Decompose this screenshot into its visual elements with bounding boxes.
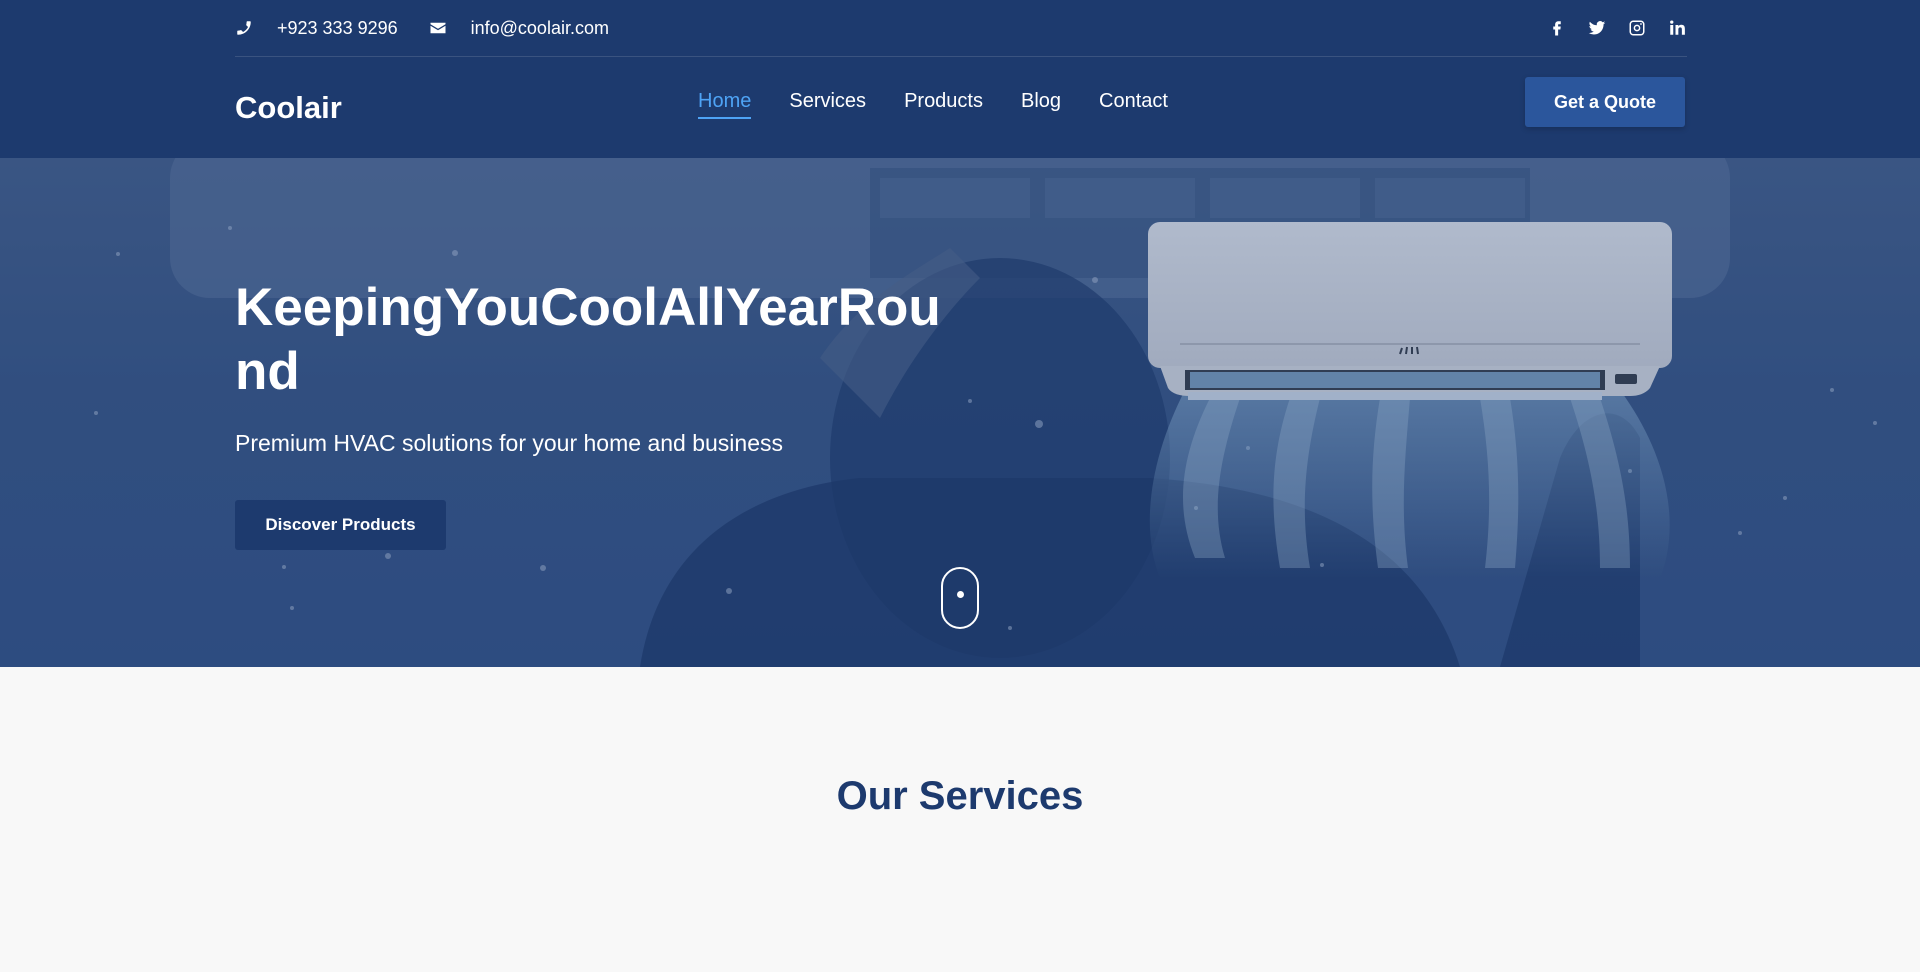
- nav-item-services[interactable]: Services: [789, 90, 866, 119]
- nav-item-products[interactable]: Products: [904, 90, 983, 119]
- nav-item-home[interactable]: Home: [698, 90, 752, 119]
- main-nav: Home Services Products Blog Contact: [698, 90, 1206, 119]
- hero-section: KeepingYouCoolAllYearRound Premium HVAC …: [0, 158, 1920, 667]
- nav-item-contact[interactable]: Contact: [1099, 90, 1168, 119]
- email-address: info@coolair.com: [470, 17, 609, 38]
- get-quote-button[interactable]: Get a Quote: [1525, 77, 1685, 127]
- facebook-icon: [1553, 21, 1561, 36]
- linkedin-icon: [1670, 20, 1685, 35]
- scroll-down-indicator[interactable]: [941, 567, 979, 629]
- site-header: +923 333 9296 info@coolair.com Coolair H…: [0, 0, 1920, 158]
- hero-subtitle: Premium HVAC solutions for your home and…: [235, 430, 783, 456]
- phone-contact[interactable]: +923 333 9296: [235, 18, 398, 39]
- services-title: Our Services: [836, 774, 1084, 818]
- site-logo[interactable]: Coolair: [235, 90, 635, 126]
- facebook-link[interactable]: [1547, 18, 1567, 38]
- phone-number: +923 333 9296: [277, 17, 398, 38]
- linkedin-link[interactable]: [1667, 18, 1687, 38]
- nav-item-blog[interactable]: Blog: [1021, 90, 1061, 119]
- topbar: +923 333 9296 info@coolair.com: [235, 0, 1687, 57]
- social-links: [1527, 18, 1687, 38]
- contact-info: +923 333 9296 info@coolair.com: [235, 18, 640, 39]
- main-navbar: Coolair Home Services Products Blog Cont…: [235, 57, 1687, 158]
- hero-title: KeepingYouCoolAllYearRound: [235, 278, 941, 401]
- envelope-icon: [430, 22, 446, 34]
- phone-icon: [237, 21, 251, 35]
- instagram-icon: [1629, 20, 1645, 36]
- discover-products-button[interactable]: Discover Products: [235, 500, 446, 550]
- scroll-dot: [957, 591, 964, 598]
- twitter-link[interactable]: [1587, 18, 1607, 38]
- email-contact[interactable]: info@coolair.com: [429, 18, 609, 39]
- instagram-link[interactable]: [1627, 18, 1647, 38]
- twitter-icon: [1588, 21, 1606, 35]
